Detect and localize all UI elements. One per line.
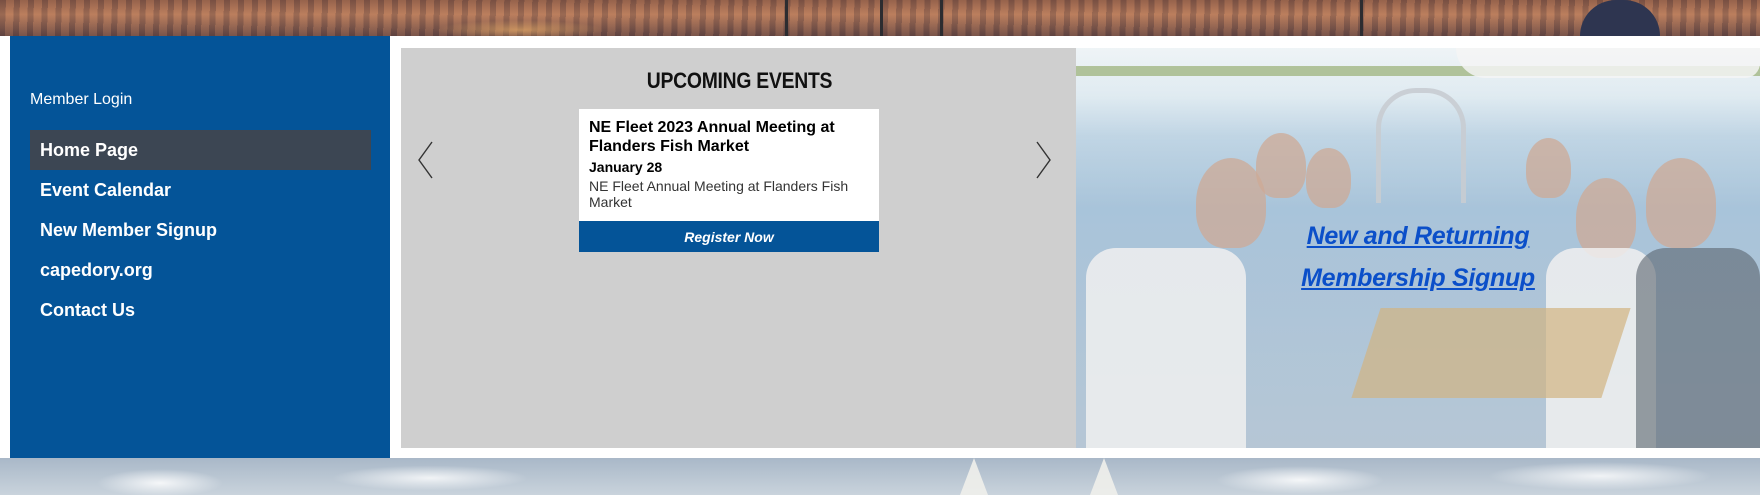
membership-signup-link[interactable]: New and Returning Membership Signup (1076, 215, 1760, 299)
main-band: Member Login Home Page Event Calendar Ne… (10, 36, 1760, 458)
boat-rail (940, 0, 943, 36)
photo-canopy (1456, 48, 1760, 78)
sidebar: Member Login Home Page Event Calendar Ne… (10, 36, 390, 458)
member-login-link[interactable]: Member Login (30, 91, 132, 109)
sidebar-item-contact-us[interactable]: Contact Us (30, 290, 371, 330)
sidebar-item-capedory-org[interactable]: capedory.org (30, 250, 371, 290)
event-date: January 28 (589, 159, 663, 175)
signup-link-line-2[interactable]: Membership Signup (1076, 257, 1760, 299)
event-description: NE Fleet Annual Meeting at Flanders Fish… (589, 178, 849, 210)
register-now-button[interactable]: Register Now (579, 221, 879, 252)
boat-rail (785, 0, 788, 36)
boat-dome (1580, 0, 1660, 36)
sidebar-nav: Home Page Event Calendar New Member Sign… (30, 130, 371, 330)
boat-rail (1360, 0, 1363, 36)
sail-shape (1090, 458, 1118, 495)
header-photo-strip (0, 0, 1760, 36)
carousel-next-button[interactable] (1031, 140, 1053, 180)
upcoming-events-title: UPCOMING EVENTS (646, 68, 833, 93)
sail-shape (960, 458, 988, 495)
event-card: NE Fleet 2023 Annual Meeting at Flanders… (579, 109, 879, 252)
event-title[interactable]: NE Fleet 2023 Annual Meeting at Flanders… (589, 118, 869, 156)
photo-person-face (1526, 138, 1571, 198)
sidebar-item-home-page[interactable]: Home Page (30, 130, 371, 170)
membership-promo-photo: New and Returning Membership Signup (1076, 48, 1760, 448)
sidebar-item-new-member-signup[interactable]: New Member Signup (30, 210, 371, 250)
photo-table (1351, 308, 1631, 398)
footer-photo-strip (0, 458, 1760, 495)
photo-boat-rail (1376, 88, 1466, 203)
photo-person-face (1256, 133, 1306, 198)
signup-link-line-1[interactable]: New and Returning (1076, 215, 1760, 257)
chevron-left-icon (418, 141, 433, 179)
boat-rail (880, 0, 883, 36)
sidebar-item-event-calendar[interactable]: Event Calendar (30, 170, 371, 210)
chevron-right-icon (1036, 141, 1051, 179)
carousel-prev-button[interactable] (416, 140, 438, 180)
upcoming-events-panel: UPCOMING EVENTS NE Fleet 2023 Annual Mee… (401, 48, 1078, 448)
photo-person-face (1306, 148, 1351, 208)
